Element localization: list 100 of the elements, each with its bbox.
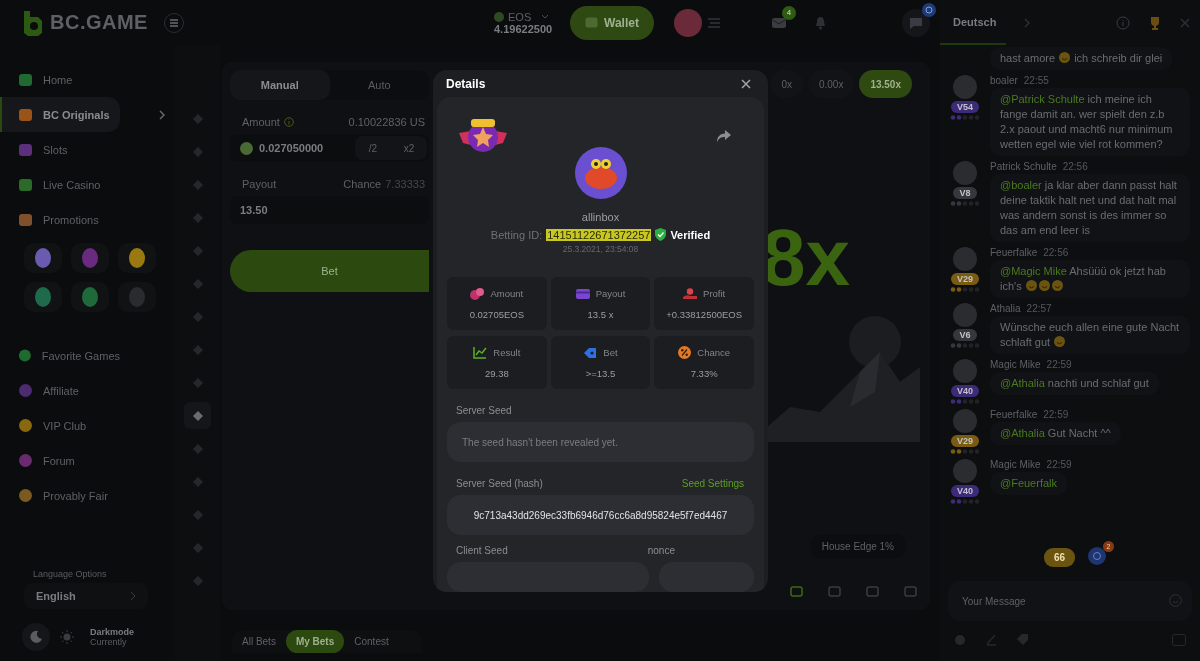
sidebar-item[interactable]: Slots (0, 132, 120, 167)
user-avatar[interactable] (953, 409, 977, 433)
smiley-icon[interactable] (1169, 594, 1182, 607)
promo-tile[interactable] (118, 243, 156, 273)
message-time: 22:55 (1023, 75, 1049, 86)
mention-link[interactable]: @Athalia (1000, 377, 1045, 389)
username[interactable]: boaler (990, 75, 1018, 86)
amount-field[interactable]: 0.027050000 /2 x2 (230, 134, 429, 162)
stat-label: Result (493, 347, 521, 358)
toolbar-icon[interactable] (904, 585, 917, 598)
amount-adjust-button[interactable]: x2 (391, 136, 427, 160)
sidebar-item[interactable]: Affiliate (0, 373, 120, 408)
mention-icon[interactable] (1088, 547, 1106, 565)
list-icon[interactable] (708, 17, 720, 28)
close-icon[interactable] (741, 78, 751, 89)
info-icon[interactable] (1116, 15, 1130, 30)
chevron-icon (130, 591, 136, 601)
smiley-icon (1059, 52, 1071, 63)
client-seed-field[interactable] (447, 562, 649, 592)
chart-icon (473, 346, 488, 359)
sidebar-item[interactable]: Home (0, 62, 120, 97)
nonce-field[interactable] (659, 562, 754, 592)
language-selector[interactable]: English (24, 583, 148, 609)
seed-settings-link[interactable]: Seed Settings (681, 478, 744, 489)
user-avatar[interactable] (953, 247, 977, 271)
bell-icon[interactable] (814, 15, 827, 30)
currency-selector[interactable]: EOS (508, 10, 532, 23)
promo-tile[interactable] (71, 243, 109, 273)
promo-tile[interactable] (24, 243, 62, 273)
username[interactable]: Feuerfalke (990, 409, 1038, 420)
user-avatar[interactable] (953, 359, 977, 383)
wallet-button[interactable]: Wallet (570, 5, 654, 40)
dialog-title: Details (446, 76, 486, 91)
mention-link[interactable]: @Patrick Schulte (1000, 93, 1085, 105)
mention-link[interactable]: @Feuerfalk (1000, 477, 1058, 489)
user-avatar[interactable] (953, 459, 977, 483)
chat-message: @boaler ja klar aber dann passt halt deine taktik halt net und dat halt mal was andern sonst is des immer so das am end leer is (990, 174, 1190, 242)
promo-tile[interactable] (24, 282, 62, 312)
nav-icon (18, 488, 33, 503)
toolbar-icon[interactable] (828, 585, 841, 598)
chevron-icon (159, 109, 165, 120)
username[interactable]: Patrick Schulte (990, 161, 1057, 172)
user-avatar[interactable] (953, 75, 977, 99)
sidebar-item[interactable]: VIP Club (0, 408, 120, 443)
username[interactable]: Magic Mike (990, 459, 1041, 470)
share-icon[interactable] (716, 129, 732, 143)
diamond-icon (191, 475, 204, 488)
server-seed-hash-label: Server Seed (hash) (456, 478, 543, 489)
chevron-icon[interactable] (1024, 17, 1031, 28)
amount-adjust-button[interactable]: /2 (355, 136, 391, 160)
mention-link[interactable]: @Athalia (1000, 427, 1045, 439)
promo-tile[interactable] (118, 282, 156, 312)
message-time: 22:57 (1026, 303, 1052, 314)
sidebar-item[interactable]: Promotions (0, 202, 120, 237)
mention-link[interactable]: @boaler (1000, 179, 1042, 191)
chat-toggle-button[interactable] (902, 8, 930, 37)
sidebar-item[interactable]: Provably Fair (0, 478, 120, 513)
mention-link[interactable]: @Magic Mike (1000, 265, 1067, 277)
message-time: 22:59 (1043, 409, 1069, 420)
user-avatar[interactable] (953, 303, 977, 327)
stat-value: 29.38 (484, 368, 509, 379)
user-avatar[interactable] (953, 161, 977, 185)
nonce-label: nonce (647, 545, 675, 556)
logo-icon (22, 8, 44, 37)
bets-tab[interactable]: All Bets (232, 630, 286, 653)
mail-icon[interactable] (772, 16, 786, 29)
dark-mode-button[interactable] (22, 623, 50, 651)
server-seed-field: The seed hasn't been revealed yet. (447, 422, 754, 462)
tag-icon[interactable] (1016, 633, 1029, 646)
unread-count-badge[interactable]: 66 (1044, 548, 1076, 567)
toolbar-icon[interactable] (866, 585, 879, 598)
payout-field[interactable]: 13.50 (230, 196, 429, 224)
sun-icon[interactable] (60, 630, 74, 644)
level-dots-icon (950, 287, 980, 292)
sidebar-item[interactable]: Forum (0, 443, 120, 478)
bets-tab[interactable]: Contest (344, 630, 399, 653)
chat-room-tab[interactable]: Deutsch (940, 0, 1007, 45)
game-icon[interactable] (184, 402, 211, 429)
trophy-icon[interactable] (1148, 15, 1162, 30)
username[interactable]: Magic Mike (990, 359, 1041, 370)
smiley-icon (1054, 336, 1066, 347)
message-input[interactable]: Your Message (948, 581, 1192, 621)
mode-tab[interactable]: Manual (230, 70, 330, 100)
logo-text: BC.GAME (50, 11, 148, 34)
nav-icon (18, 348, 32, 363)
username[interactable]: Athalia (990, 303, 1021, 314)
chat-message: hast amore ich schreib dir glei (990, 47, 1173, 70)
toolbar-icon[interactable] (790, 585, 803, 598)
bet-button[interactable]: Bet (230, 250, 429, 292)
promo-tile[interactable] (71, 282, 109, 312)
verified-label: Verified (670, 228, 711, 241)
mode-tab[interactable]: Auto (329, 70, 429, 100)
sidebar-item[interactable]: Live Casino (0, 167, 120, 202)
user-avatar[interactable] (674, 8, 702, 37)
message-time: 22:59 (1046, 359, 1072, 370)
smiley-icon (1051, 280, 1063, 291)
bets-tab[interactable]: My Bets (285, 630, 345, 653)
username[interactable]: Feuerfalke (990, 247, 1038, 258)
smiley-icon (1038, 280, 1050, 291)
sidebar-item[interactable]: Favorite Games (0, 338, 120, 373)
